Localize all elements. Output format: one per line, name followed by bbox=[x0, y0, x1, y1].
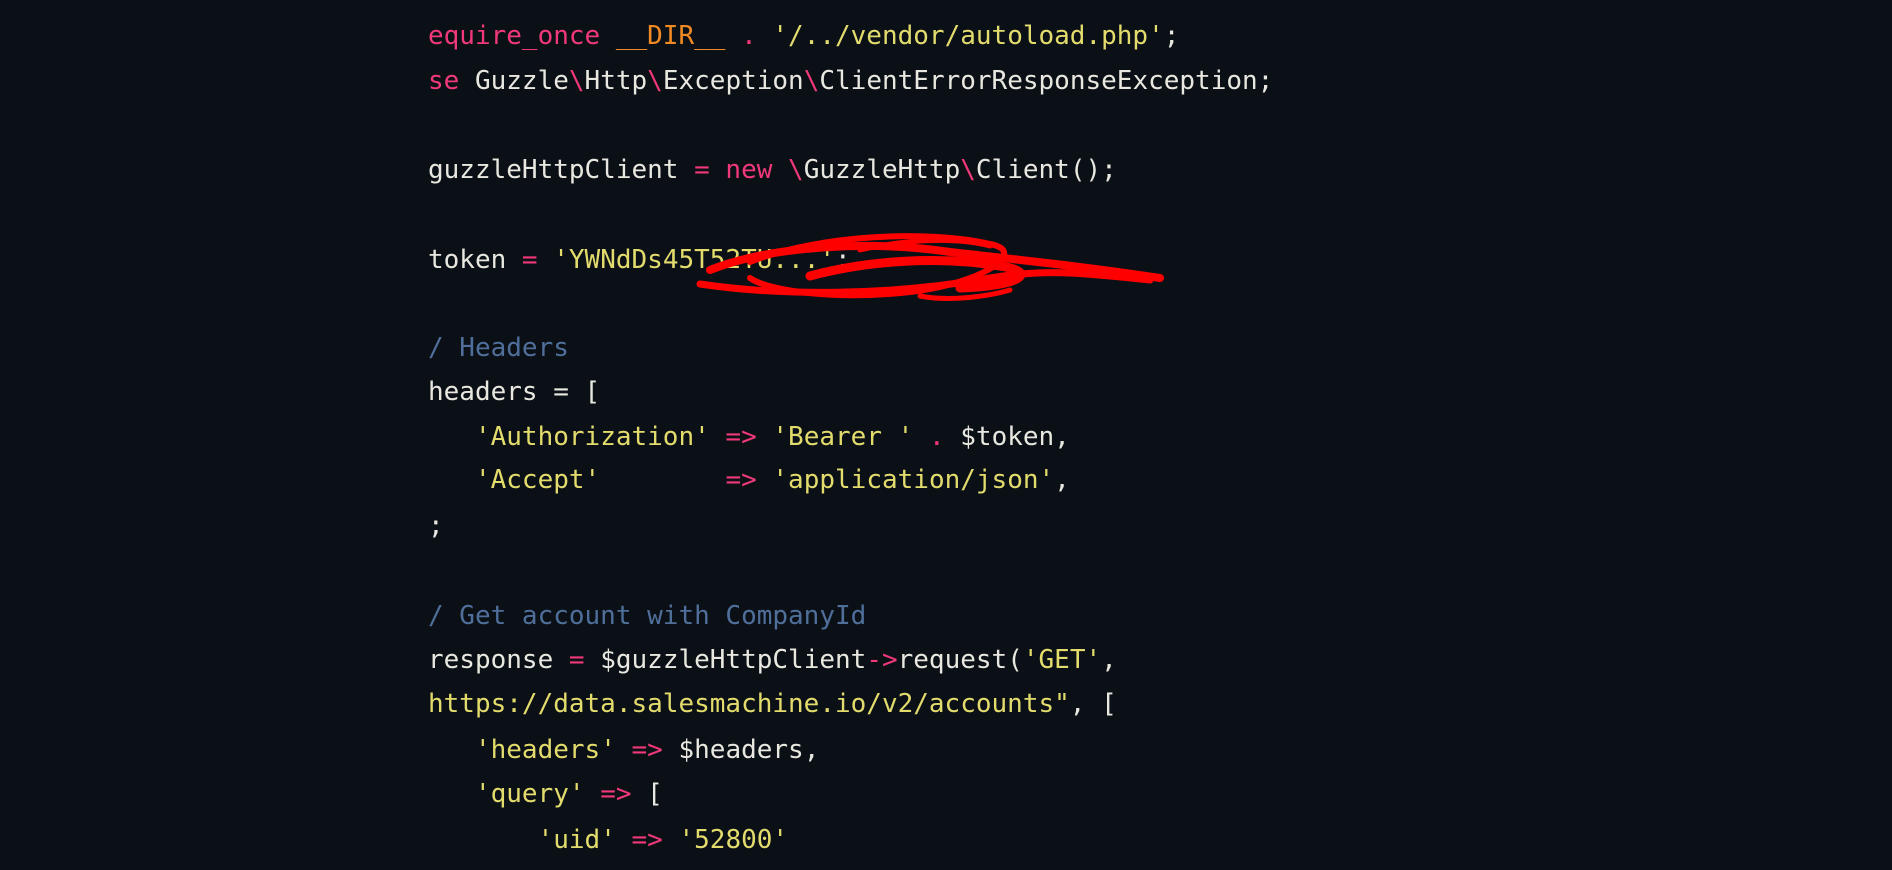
code-line-1: equire_once __DIR__ . '/../vendor/autolo… bbox=[428, 18, 1179, 54]
code-line-14: 'query' => [ bbox=[428, 776, 663, 812]
keyword: se bbox=[428, 66, 460, 96]
code-line-13: 'headers' => $headers, bbox=[428, 732, 819, 768]
separator: \ bbox=[803, 66, 820, 96]
array-key: 'Authorization' bbox=[474, 422, 710, 452]
function-call: request( bbox=[897, 645, 1023, 675]
arrow-operator: => bbox=[615, 825, 679, 855]
variable: headers bbox=[428, 377, 538, 407]
code-line-9: ; bbox=[428, 508, 444, 544]
arrow-operator: => bbox=[615, 735, 679, 765]
string-redacted: 'YWNdDs45T52TU...' bbox=[553, 245, 836, 275]
keyword: equire_once bbox=[428, 21, 601, 51]
terminator: ; bbox=[1163, 21, 1180, 51]
separator: \ bbox=[960, 155, 976, 185]
code-line-15: 'uid' => '52800' bbox=[428, 822, 788, 858]
variable: $headers, bbox=[678, 735, 820, 765]
operator: = bbox=[553, 645, 601, 675]
variable: response bbox=[428, 645, 554, 675]
code-line-10: / Get account with CompanyId bbox=[428, 598, 866, 634]
variable: token bbox=[428, 245, 507, 275]
code-line-7: 'Authorization' => 'Bearer ' . $token, bbox=[428, 419, 1070, 455]
terminator: , bbox=[1054, 465, 1070, 495]
code-line-5: / Headers bbox=[428, 330, 569, 366]
variable: guzzleHttpClient bbox=[428, 155, 679, 185]
bracket: [ bbox=[647, 779, 663, 809]
arrow-operator: => bbox=[709, 422, 773, 452]
arrow-operator: -> bbox=[866, 645, 898, 675]
code-line-12: https://data.salesmachine.io/v2/accounts… bbox=[428, 686, 1117, 722]
operator: = bbox=[678, 155, 726, 185]
class-name: Client(); bbox=[975, 155, 1117, 185]
terminator: , bbox=[1101, 645, 1117, 675]
separator: \ bbox=[568, 66, 585, 96]
code-line-6: headers = [ bbox=[428, 374, 600, 410]
string: '/../vendor/autoload.php' bbox=[772, 21, 1164, 51]
separator: \ bbox=[772, 155, 804, 185]
comment: / Headers bbox=[428, 333, 569, 363]
namespace-part: Http bbox=[584, 66, 648, 96]
string: 'Bearer ' bbox=[772, 422, 914, 452]
terminator: ; bbox=[428, 511, 444, 541]
terminator: ; bbox=[835, 245, 851, 275]
object: $guzzleHttpClient bbox=[600, 645, 867, 675]
string: 'application/json' bbox=[772, 465, 1055, 495]
class-name: ClientErrorResponseException; bbox=[819, 66, 1274, 96]
code-line-11: response = $guzzleHttpClient->request('G… bbox=[428, 642, 1117, 678]
operator: . bbox=[913, 422, 961, 452]
code-line-8: 'Accept' => 'application/json', bbox=[428, 462, 1070, 498]
terminator: , [ bbox=[1069, 689, 1117, 719]
string: 'GET' bbox=[1022, 645, 1102, 675]
code-editor: equire_once __DIR__ . '/../vendor/autolo… bbox=[0, 0, 1892, 870]
padding bbox=[600, 465, 725, 495]
arrow-operator: => bbox=[725, 465, 773, 495]
namespace-part: Exception bbox=[662, 66, 804, 96]
string: '52800' bbox=[678, 825, 789, 855]
operator: = [ bbox=[537, 377, 601, 407]
operator: . bbox=[725, 21, 773, 51]
code-line-4: token = 'YWNdDs45T52TU...'; bbox=[428, 242, 851, 278]
array-key: 'headers' bbox=[474, 735, 616, 765]
code-block: equire_once __DIR__ . '/../vendor/autolo… bbox=[428, 16, 1428, 870]
operator: = bbox=[506, 245, 554, 275]
code-line-3: guzzleHttpClient = new \GuzzleHttp\Clien… bbox=[428, 152, 1117, 188]
array-key: 'Accept' bbox=[474, 465, 601, 495]
array-key: 'query' bbox=[474, 779, 585, 809]
keyword: new bbox=[725, 155, 773, 185]
array-key: 'uid' bbox=[537, 825, 616, 855]
constant: __DIR__ bbox=[615, 21, 726, 51]
code-line-2: se Guzzle\Http\Exception\ClientErrorResp… bbox=[428, 63, 1273, 99]
arrow-operator: => bbox=[584, 779, 648, 809]
namespace-part: Guzzle bbox=[459, 66, 569, 96]
string: https://data.salesmachine.io/v2/accounts… bbox=[428, 689, 1070, 719]
comment: / Get account with CompanyId bbox=[428, 601, 867, 631]
separator: \ bbox=[647, 66, 663, 96]
variable: $token, bbox=[960, 422, 1070, 452]
namespace-part: GuzzleHttp bbox=[803, 155, 961, 185]
